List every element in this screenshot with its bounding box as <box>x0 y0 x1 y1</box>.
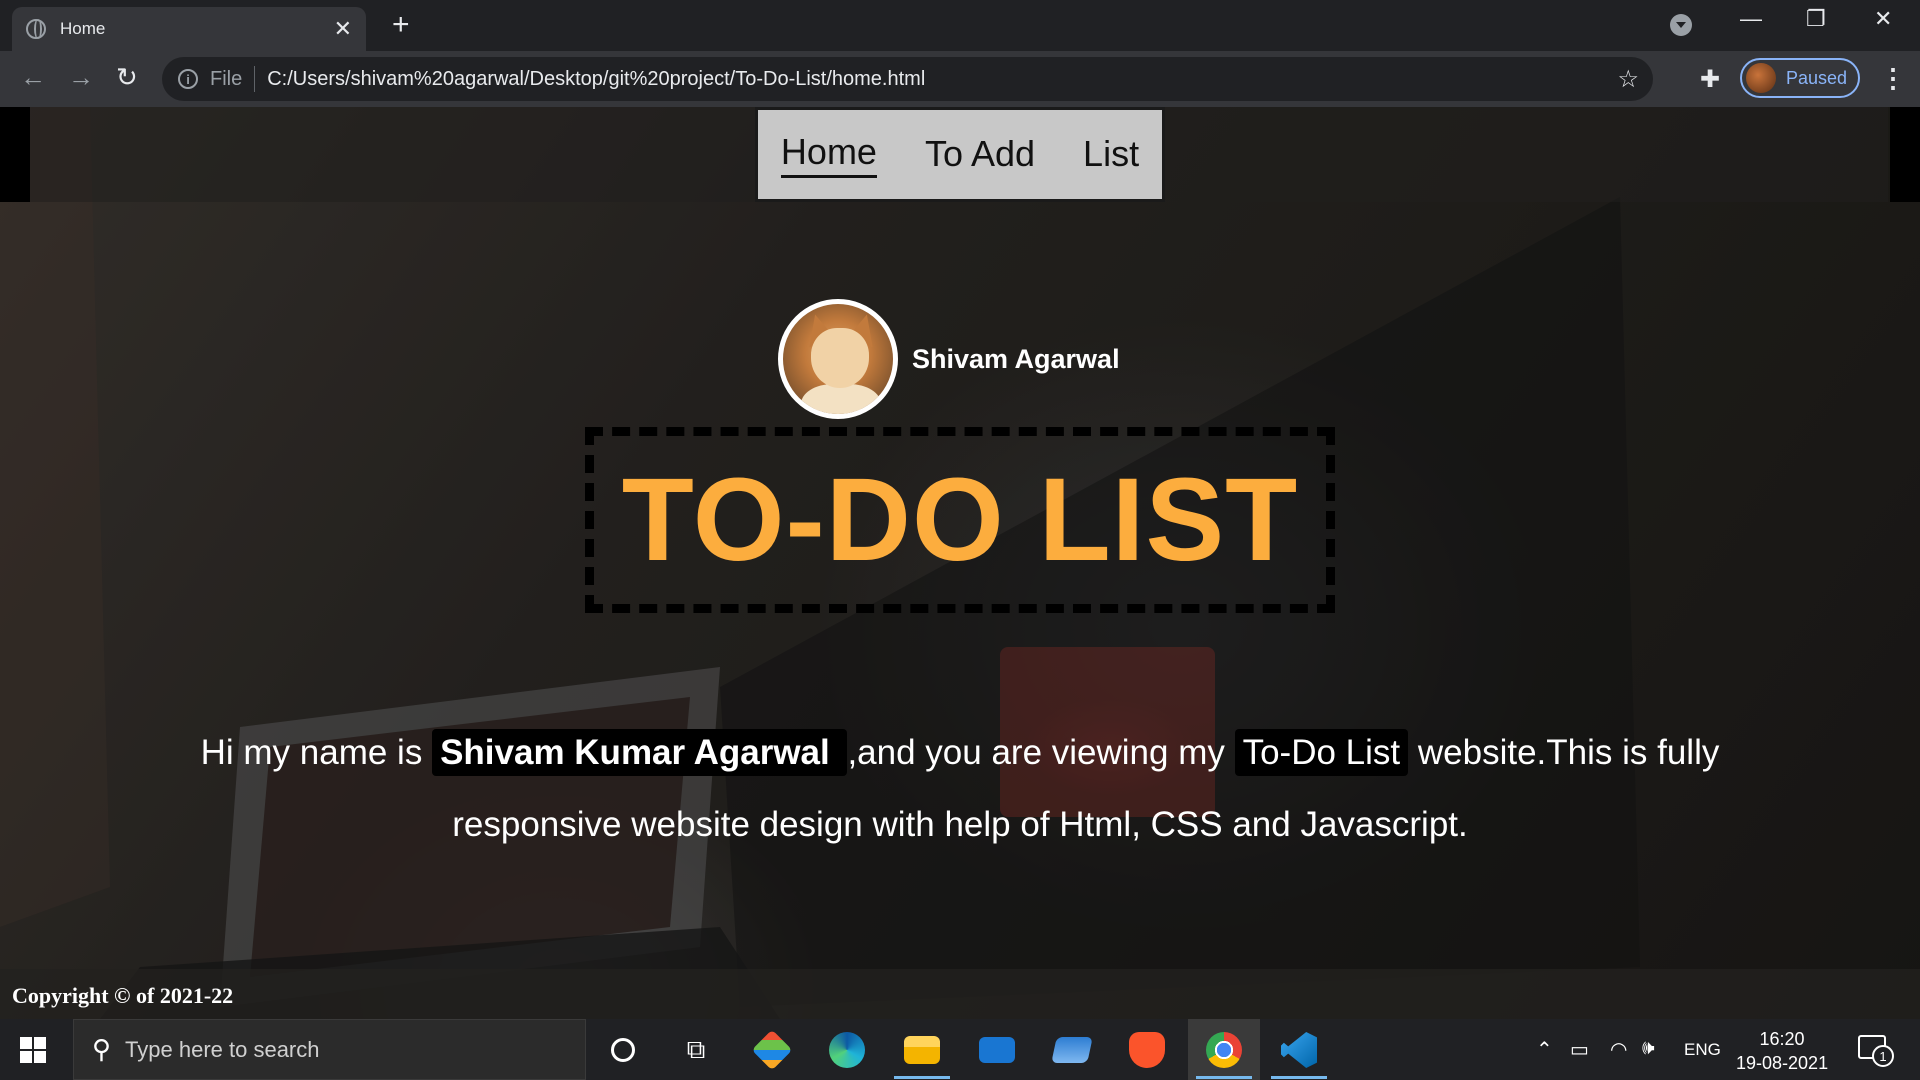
globe-icon <box>26 19 46 39</box>
nav-link-to-add[interactable]: To Add <box>925 133 1035 177</box>
intro-part-2: ,and you are viewing my <box>847 733 1235 772</box>
intro-site-highlight: To-Do List <box>1234 729 1409 776</box>
browser-toolbar: ← → ↻ i File C:/Users/shivam%20agarwal/D… <box>0 51 1920 107</box>
intro-name-highlight: Shivam Kumar Agarwal <box>432 729 848 776</box>
nav-edge-left <box>0 107 30 202</box>
copyright-text: Copyright © of 2021-22 <box>12 983 234 1008</box>
taskbar-clock[interactable]: 16:20 19-08-2021 <box>1736 1027 1828 1075</box>
windows-taskbar: ⚲ Type here to search ⧉ ⌃ ▭ ◠ 🕪 ENG 16:2… <box>0 1019 1920 1080</box>
page-title: TO-DO LIST <box>621 454 1299 586</box>
page-viewport: Home To Add List Shivam Agarwal TO-DO LI… <box>0 107 1920 1019</box>
profile-status: Paused <box>1786 67 1848 88</box>
browser-tabstrip: Home ✕ + — ❐ ✕ <box>0 0 1920 51</box>
reload-icon[interactable]: ↻ <box>116 63 138 91</box>
chrome-running-indicator <box>1196 1076 1252 1079</box>
tab-home[interactable]: Home ✕ <box>12 7 366 51</box>
menu-kebab-icon[interactable]: ⋮ <box>1880 63 1906 94</box>
extensions-puzzle-icon[interactable]: ✚ <box>1700 65 1720 94</box>
close-window-button[interactable]: ✕ <box>1874 6 1892 32</box>
task-view-icon[interactable]: ⧉ <box>677 1031 715 1069</box>
author-avatar <box>778 299 898 419</box>
notification-center-icon[interactable]: 1 <box>1858 1035 1894 1067</box>
title-box: TO-DO LIST <box>585 427 1335 613</box>
tab-close-button[interactable]: ✕ <box>334 18 352 40</box>
nav-link-home[interactable]: Home <box>780 131 877 178</box>
intro-part-1: Hi my name is <box>200 733 433 772</box>
vscode-icon[interactable] <box>1280 1031 1318 1069</box>
git-icon[interactable] <box>751 1029 793 1071</box>
volume-icon[interactable]: 🕪 <box>1642 1037 1655 1060</box>
address-separator <box>254 66 256 92</box>
site-footer: Copyright © of 2021-22 <box>0 969 1920 1019</box>
bookmark-star-icon[interactable]: ☆ <box>1617 65 1639 94</box>
notification-badge: 1 <box>1872 1045 1894 1067</box>
intro-text: Hi my name is Shivam Kumar Agarwal ,and … <box>180 717 1740 861</box>
explorer-running-indicator <box>894 1076 950 1079</box>
edge-icon[interactable] <box>828 1031 866 1069</box>
file-explorer-icon[interactable] <box>903 1031 941 1069</box>
brave-icon[interactable] <box>1128 1031 1166 1069</box>
tab-search-icon[interactable] <box>1670 14 1692 36</box>
back-icon[interactable]: ← <box>20 63 46 91</box>
remote-desktop-icon[interactable] <box>1051 1031 1093 1069</box>
author-name: Shivam Agarwal <box>912 343 1120 374</box>
wifi-icon[interactable]: ◠ <box>1610 1037 1627 1062</box>
avatar <box>1746 63 1776 93</box>
search-placeholder: Type here to search <box>125 1036 320 1062</box>
author-profile: Shivam Agarwal <box>778 299 1120 419</box>
site-nav: Home To Add List <box>755 107 1165 202</box>
chrome-icon[interactable] <box>1205 1031 1243 1069</box>
language-indicator[interactable]: ENG <box>1684 1040 1721 1060</box>
url-text[interactable]: C:/Users/shivam%20agarwal/Desktop/git%20… <box>267 68 1617 91</box>
windows-start-icon[interactable] <box>20 1037 46 1063</box>
clock-date: 19-08-2021 <box>1736 1053 1829 1073</box>
tray-chevron-icon[interactable]: ⌃ <box>1536 1037 1553 1062</box>
search-icon: ⚲ <box>92 1034 112 1064</box>
forward-icon[interactable]: → <box>68 63 94 91</box>
vscode-running-indicator <box>1271 1076 1327 1079</box>
new-tab-button[interactable]: + <box>392 10 410 40</box>
profile-button[interactable]: Paused <box>1740 58 1860 98</box>
cortana-icon[interactable] <box>604 1031 642 1069</box>
nav-edge-right <box>1890 107 1920 202</box>
taskbar-search[interactable]: ⚲ Type here to search <box>73 1019 586 1080</box>
mail-icon[interactable] <box>978 1031 1016 1069</box>
restore-button[interactable]: ❐ <box>1806 6 1826 32</box>
address-bar[interactable]: i File C:/Users/shivam%20agarwal/Desktop… <box>162 57 1653 101</box>
tab-title: Home <box>60 19 106 38</box>
nav-link-list[interactable]: List <box>1083 133 1139 177</box>
clock-time: 16:20 <box>1759 1029 1805 1049</box>
minimize-button[interactable]: — <box>1740 6 1762 32</box>
battery-icon[interactable]: ▭ <box>1570 1037 1589 1062</box>
file-scheme-label: File <box>210 67 243 90</box>
info-icon[interactable]: i <box>178 69 198 89</box>
